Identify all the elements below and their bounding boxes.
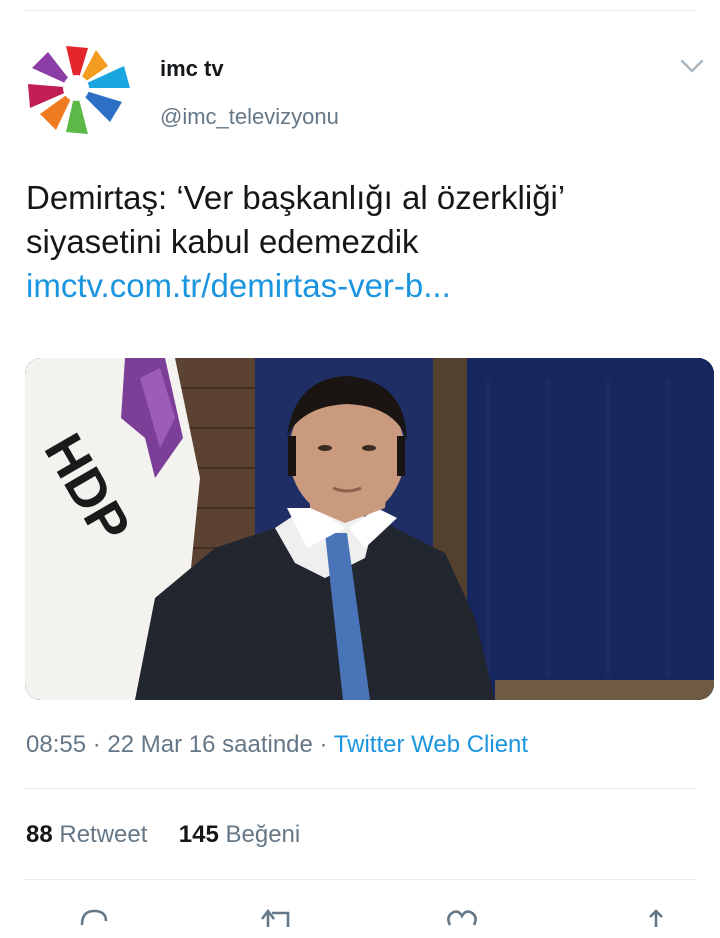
tweet-time[interactable]: 08:55 [26,731,86,758]
meta-separator: · [92,731,101,758]
top-divider [24,10,696,11]
like-stat[interactable]: 145 Beğeni [179,821,300,848]
tweet-media-image[interactable]: HDP [25,358,714,700]
retweet-icon[interactable] [256,903,296,933]
tweet-header: imc tv @imc_televizyonu [26,38,704,138]
tweet-timestamp: 08:55 · 22 Mar 16 saatinde · Twitter Web… [26,731,528,759]
user-handle[interactable]: @imc_televizyonu [160,104,339,130]
imc-tv-logo-icon [28,46,130,134]
chevron-down-icon[interactable] [678,54,706,78]
reply-icon[interactable] [74,903,114,933]
retweet-count: 88 [26,821,53,848]
tweet-actions [0,895,720,927]
retweet-stat[interactable]: 88 Retweet [26,821,154,848]
like-label: Beğeni [225,821,301,848]
tweet-text-line: Demirtaş: ‘Ver başkanlığı al özerkliği’ [26,179,566,216]
tweet-link[interactable]: imctv.com.tr/demirtas-ver-b... [26,264,706,308]
divider [24,788,696,789]
avatar[interactable] [26,38,134,138]
media-photo: HDP [25,358,714,700]
tweet-text-line: siyasetini kabul edemezdik [26,223,419,260]
tweet-stats: 88 Retweet 145 Beğeni [26,821,300,849]
tweet-source-link[interactable]: Twitter Web Client [334,731,528,758]
like-count: 145 [178,821,219,848]
share-icon[interactable] [636,903,676,933]
divider [24,879,696,880]
tweet-date[interactable]: 22 Mar 16 saatinde [107,731,312,758]
heart-icon[interactable] [442,903,482,933]
tweet-text: Demirtaş: ‘Ver başkanlığı al özerkliği’ … [26,176,706,308]
meta-separator: · [319,731,328,758]
display-name[interactable]: imc tv [160,56,224,82]
retweet-label: Retweet [59,821,148,848]
